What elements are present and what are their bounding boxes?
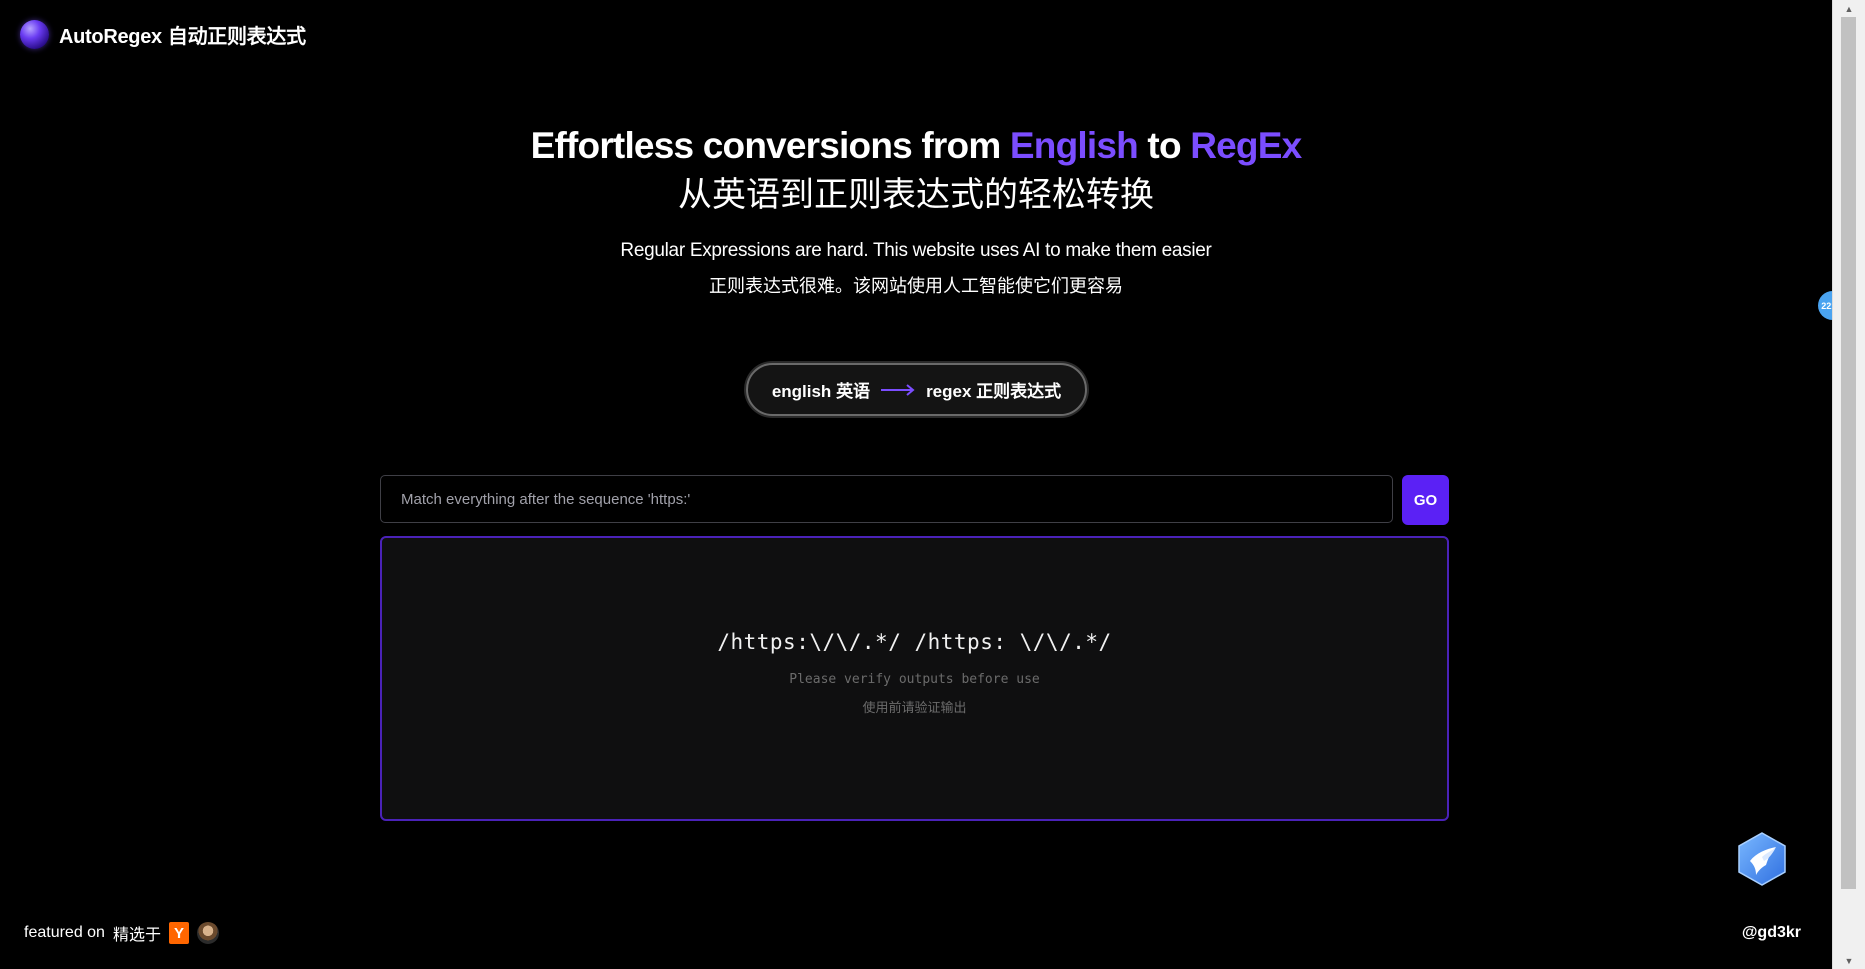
output-note-cn: 使用前请验证输出 bbox=[862, 701, 967, 716]
featured-on: featured on 精选于 Y bbox=[24, 921, 219, 945]
mode-to: regex 正则表达式 bbox=[926, 377, 1061, 402]
author-handle-link[interactable]: @gd3kr bbox=[1742, 924, 1801, 942]
page: AutoRegex 自动正则表达式 Effortless conversions … bbox=[0, 0, 1865, 969]
logo-link[interactable]: AutoRegex 自动正则表达式 bbox=[20, 20, 306, 49]
scroll-up-icon[interactable]: ▲ bbox=[1833, 0, 1865, 17]
logo-text: AutoRegex bbox=[59, 26, 162, 48]
logo-title: AutoRegex 自动正则表达式 bbox=[59, 20, 306, 49]
scroll-down-icon[interactable]: ▼ bbox=[1833, 952, 1865, 969]
mode-from: english 英语 bbox=[772, 377, 870, 402]
logo-text-cn: 自动正则表达式 bbox=[167, 24, 306, 48]
output-note: Please verify outputs before use bbox=[789, 672, 1040, 687]
hero-title-english: English bbox=[1009, 125, 1139, 166]
scrollbar[interactable]: ▲ ▼ bbox=[1832, 0, 1865, 969]
arrow-right-icon bbox=[881, 383, 915, 396]
hero-title-to: to bbox=[1137, 125, 1191, 166]
hero-title-prefix: Effortless conversions from bbox=[530, 125, 1010, 166]
query-row: GO bbox=[380, 475, 1449, 525]
bird-assistant-icon[interactable] bbox=[1736, 831, 1788, 887]
hero-subtitle: Regular Expressions are hard. This websi… bbox=[620, 240, 1212, 261]
ycombinator-icon[interactable]: Y bbox=[168, 922, 189, 944]
logo-orb-icon bbox=[20, 20, 49, 49]
hero-title-regex: RegEx bbox=[1190, 125, 1302, 166]
hero-subtitle-cn: 正则表达式很难。该网站使用人工智能使它们更容易 bbox=[709, 276, 1123, 297]
mode-to-label-cn: 正则表达式 bbox=[976, 382, 1062, 402]
go-button[interactable]: GO bbox=[1402, 475, 1449, 525]
scrollbar-thumb[interactable] bbox=[1841, 17, 1856, 889]
astronaut-badge-icon[interactable] bbox=[196, 922, 219, 944]
mode-from-label: english bbox=[771, 382, 832, 401]
mode-to-label: regex bbox=[926, 382, 972, 401]
hero-title-cn: 从英语到正则表达式的轻松转换 bbox=[678, 175, 1154, 215]
featured-label: featured on bbox=[24, 924, 105, 941]
hero-title: Effortless conversions from English to R… bbox=[0, 122, 1832, 170]
featured-label-cn: 精选于 bbox=[112, 925, 161, 944]
query-input[interactable] bbox=[380, 475, 1393, 523]
mode-from-label-cn: 英语 bbox=[836, 382, 871, 402]
output-panel: /https:\/\/.*/ /https: \/\/.*/ Please ve… bbox=[380, 536, 1449, 821]
output-regex[interactable]: /https:\/\/.*/ /https: \/\/.*/ bbox=[382, 630, 1447, 654]
hero: Effortless conversions from English to R… bbox=[0, 122, 1832, 300]
mode-toggle-button[interactable]: english 英语 regex 正则表达式 bbox=[746, 363, 1087, 416]
